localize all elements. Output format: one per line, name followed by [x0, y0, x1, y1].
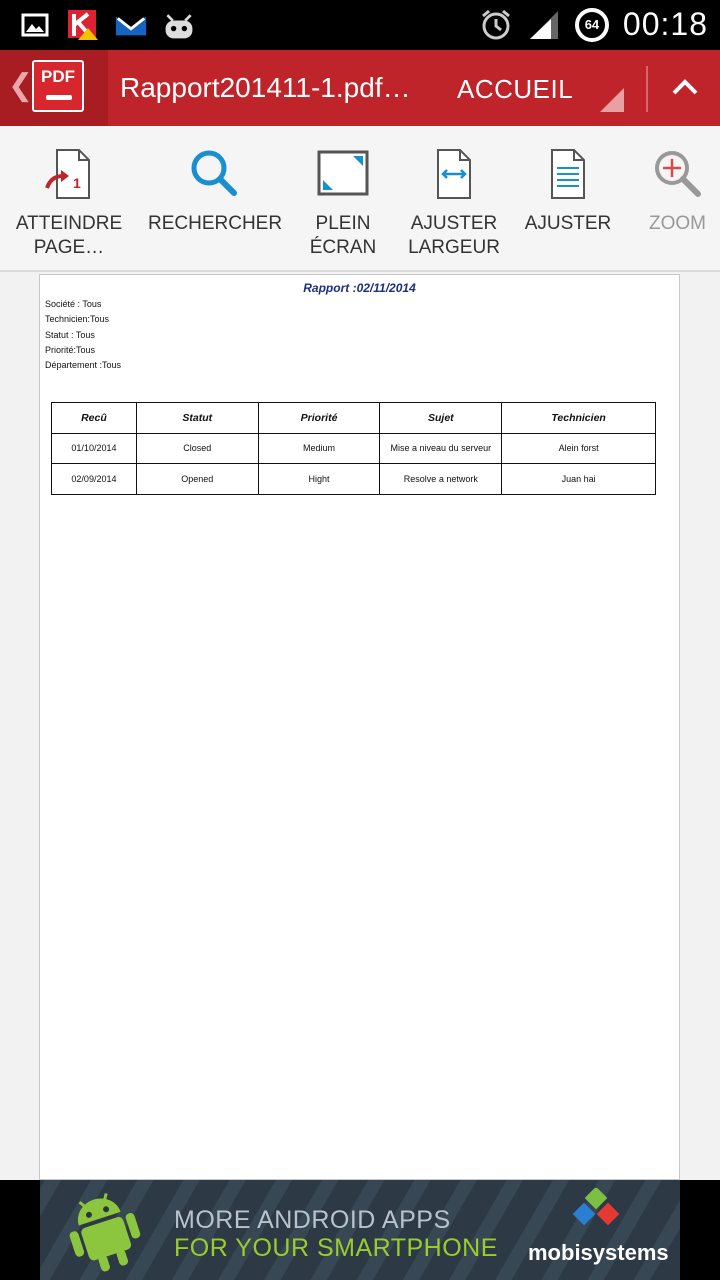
- android-robot-icon: [69, 1193, 141, 1272]
- signal-icon: [527, 8, 561, 42]
- chevron-left-icon: ❮: [8, 69, 34, 102]
- cell-statut: Closed: [135, 432, 259, 464]
- header-statut: Statut: [135, 402, 259, 434]
- cyanogen-icon: [162, 8, 196, 42]
- search-label: RECHERCHER: [148, 213, 283, 234]
- cell-recu: 01/10/2014: [51, 432, 137, 464]
- ribbon-toolbar: 1 ATTEINDRE PAGE… RECHERCHER PLEIN ÉCRAN A…: [0, 126, 720, 272]
- cell-technicien: Juan hai: [501, 463, 656, 495]
- cell-sujet: Resolve a network: [379, 463, 503, 495]
- goto-page-label-2: PAGE…: [33, 237, 105, 258]
- goto-page-label-1: ATTEINDRE: [15, 213, 123, 234]
- search-button[interactable]: RECHERCHER: [148, 144, 283, 236]
- zoom-label: ZOOM: [649, 213, 706, 234]
- header-priorite: Priorité: [257, 402, 381, 434]
- search-icon: [184, 144, 244, 204]
- zoom-icon: [648, 144, 708, 204]
- fullscreen-label-2: ÉCRAN: [309, 237, 377, 258]
- filter-statut: Statut : Tous: [45, 329, 95, 340]
- dropdown-corner-icon[interactable]: [600, 88, 624, 112]
- status-bar: 64 00:18: [0, 0, 720, 50]
- collapse-button[interactable]: [660, 62, 710, 112]
- ad-banner[interactable]: MORE ANDROID APPS FOR YOUR SMARTPHONE mo…: [40, 1180, 680, 1280]
- zoom-button[interactable]: ZOOM: [640, 144, 720, 236]
- filter-societe: Société : Tous: [45, 299, 102, 309]
- report-filters: Société : Tous Technicien:Tous Statut : …: [45, 297, 121, 373]
- pdf-logo-text: PDF: [41, 67, 75, 86]
- ad-brand: mobisystems: [528, 1240, 669, 1265]
- fit-width-icon: [424, 144, 484, 204]
- fullscreen-button[interactable]: PLEIN ÉCRAN: [300, 144, 386, 260]
- cell-recu: 02/09/2014: [51, 463, 137, 495]
- battery-icon: 64: [574, 7, 609, 42]
- chevron-up-icon: [672, 79, 698, 95]
- goto-page-button[interactable]: 1 ATTEINDRE PAGE…: [14, 144, 124, 260]
- fit-width-label-1: AJUSTER: [410, 213, 498, 234]
- svg-text:1: 1: [73, 175, 81, 191]
- ad-line1: MORE ANDROID APPS: [174, 1206, 451, 1234]
- fit-page-label: AJUSTER: [524, 213, 612, 234]
- fullscreen-icon: [313, 144, 373, 204]
- kaspersky-icon: [66, 8, 100, 42]
- clock: 00:18: [622, 6, 708, 42]
- mobisystems-logo-icon: [572, 1188, 620, 1226]
- image-icon: [18, 8, 52, 42]
- fit-width-label-2: LARGEUR: [408, 237, 500, 258]
- report-table: Recû Statut Priorité Sujet Technicien 01…: [51, 402, 656, 495]
- fit-page-button[interactable]: AJUSTER: [520, 144, 616, 236]
- cell-priorite: Hight: [257, 463, 381, 495]
- document-title: Rapport201411-1.pdf…: [120, 72, 411, 103]
- filter-departement: Département :Tous: [45, 360, 122, 371]
- header-technicien: Technicien: [501, 402, 656, 434]
- filter-priorite: Priorité:Tous: [45, 344, 96, 355]
- ad-line2: FOR YOUR SMARTPHONE: [174, 1234, 498, 1262]
- report-title: Rapport :02/11/2014: [303, 281, 416, 295]
- table-row: 01/10/2014 Closed Medium Mise a niveau d…: [51, 432, 656, 464]
- app-bar: ❮ PDF Rapport201411-1.pdf… ACCUEIL: [0, 50, 720, 126]
- header-recu: Recû: [51, 402, 137, 434]
- alarm-icon: [479, 8, 513, 42]
- pdf-logo: PDF: [32, 60, 84, 112]
- divider: [646, 66, 648, 112]
- tab-accueil[interactable]: ACCUEIL: [457, 74, 573, 105]
- pen-icon: [46, 95, 72, 100]
- fullscreen-label-1: PLEIN: [315, 213, 371, 234]
- header-sujet: Sujet: [379, 402, 503, 434]
- goto-page-icon: 1: [39, 144, 99, 204]
- cell-sujet: Mise a niveau du serveur: [379, 432, 503, 464]
- cell-priorite: Medium: [257, 432, 381, 464]
- table-header-row: Recû Statut Priorité Sujet Technicien: [51, 402, 656, 434]
- table-row: 02/09/2014 Opened Hight Resolve a networ…: [51, 463, 656, 495]
- fit-page-icon: [538, 144, 598, 204]
- cell-statut: Opened: [135, 463, 259, 495]
- pdf-page[interactable]: Rapport :02/11/2014 Société : Tous Techn…: [39, 274, 680, 1180]
- gmail-icon: [114, 8, 148, 42]
- fit-width-button[interactable]: AJUSTER LARGEUR: [404, 144, 504, 260]
- back-button[interactable]: ❮ PDF: [0, 50, 108, 126]
- filter-technicien: Technicien:Tous: [45, 314, 110, 325]
- cell-technicien: Alein forst: [501, 432, 656, 464]
